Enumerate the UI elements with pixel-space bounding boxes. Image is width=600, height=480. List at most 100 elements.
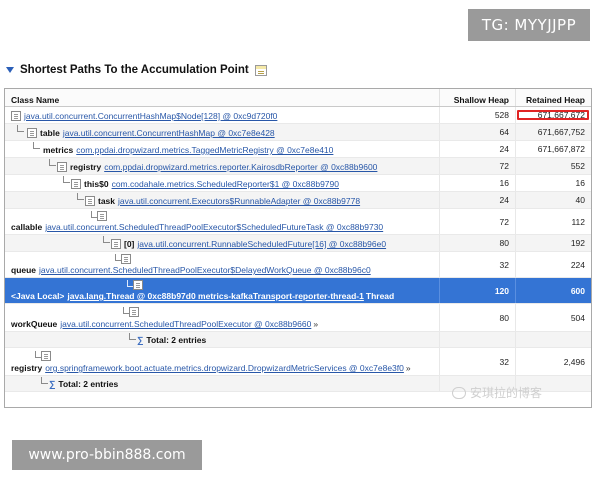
- table-row[interactable]: queue java.util.concurrent.ScheduledThre…: [5, 252, 591, 278]
- tree-connector-icon: [17, 125, 24, 132]
- class-link[interactable]: org.springframework.boot.actuate.metrics…: [45, 363, 404, 373]
- retained-heap-value: 504: [515, 304, 591, 331]
- retained-heap-value: 224: [515, 252, 591, 277]
- table-row[interactable]: metrics com.ppdai.dropwizard.metrics.Tag…: [5, 141, 591, 158]
- reference-name: workQueue: [11, 319, 58, 329]
- reference-name: [0]: [124, 239, 135, 249]
- reference-name: <Java Local>: [11, 291, 65, 301]
- reference-name: queue: [11, 265, 37, 275]
- header-shallow-heap[interactable]: Shallow Heap: [439, 89, 515, 106]
- shallow-heap-value: 80: [439, 304, 515, 331]
- table-row-total[interactable]: ∑ Total: 2 entries: [5, 332, 591, 348]
- wechat-watermark-text: 安琪拉的博客: [470, 386, 543, 400]
- class-link[interactable]: java.lang.Thread @ 0xc88b97d0 metrics-ka…: [67, 291, 363, 301]
- watermark-top: TG: MYYJJPP: [468, 9, 590, 41]
- red-highlight-box: [517, 110, 589, 120]
- expand-more-icon[interactable]: »: [313, 319, 318, 329]
- wechat-icon: [452, 386, 466, 399]
- class-link[interactable]: java.util.concurrent.ScheduledThreadPool…: [45, 222, 383, 232]
- tree-connector-icon: [77, 193, 84, 200]
- total-label: Total: 2 entries: [146, 335, 207, 345]
- shallow-heap-value: 528: [439, 107, 515, 123]
- class-link[interactable]: java.util.concurrent.ConcurrentHashMap @…: [63, 128, 275, 138]
- class-link[interactable]: java.util.concurrent.RunnableScheduledFu…: [137, 239, 386, 249]
- table-row[interactable]: registry com.ppdai.dropwizard.metrics.re…: [5, 158, 591, 175]
- table-row[interactable]: task java.util.concurrent.Executors$Runn…: [5, 192, 591, 209]
- tree-connector-icon: [41, 377, 48, 384]
- watermark-bottom: www.pro-bbin888.com: [12, 440, 202, 470]
- section-header[interactable]: Shortest Paths To the Accumulation Point: [6, 62, 267, 78]
- sum-icon: ∑: [49, 379, 56, 389]
- retained-heap-value: 552: [515, 158, 591, 174]
- table-icon: [254, 64, 267, 76]
- reference-name: metrics: [43, 145, 74, 155]
- header-retained-heap[interactable]: Retained Heap: [515, 89, 591, 106]
- shallow-heap-value: 120: [439, 278, 515, 303]
- retained-heap-cell: 671,667,672: [515, 107, 591, 123]
- table-row[interactable]: this$0 com.codahale.metrics.ScheduledRep…: [5, 175, 591, 192]
- shallow-heap-value: 72: [439, 209, 515, 234]
- table-row[interactable]: callable java.util.concurrent.ScheduledT…: [5, 209, 591, 235]
- reference-name: table: [40, 128, 60, 138]
- tree-connector-icon: [129, 333, 136, 340]
- object-icon: [71, 179, 81, 189]
- reference-name: this$0: [84, 179, 109, 189]
- class-link[interactable]: com.codahale.metrics.ScheduledReporter$1…: [112, 179, 339, 189]
- table-row[interactable]: [0] java.util.concurrent.RunnableSchedul…: [5, 235, 591, 252]
- total-label: Total: 2 entries: [58, 379, 119, 389]
- class-link[interactable]: com.ppdai.dropwizard.metrics.reporter.Ka…: [104, 162, 377, 172]
- shallow-heap-value: 72: [439, 158, 515, 174]
- row-suffix: Thread: [365, 291, 395, 301]
- reference-name: registry: [11, 363, 43, 373]
- retained-heap-value: 600: [515, 278, 591, 303]
- header-class-name[interactable]: Class Name: [5, 89, 439, 106]
- object-icon: [41, 351, 51, 361]
- section-title: Shortest Paths To the Accumulation Point: [20, 64, 249, 76]
- retained-heap-value: 2,496: [515, 348, 591, 375]
- shallow-heap-value: 24: [439, 141, 515, 157]
- shallow-heap-value: 64: [439, 124, 515, 140]
- class-link[interactable]: java.util.concurrent.ConcurrentHashMap$N…: [24, 111, 277, 121]
- object-icon: [85, 196, 95, 206]
- shallow-heap-value: 80: [439, 235, 515, 251]
- shallow-heap-value: 32: [439, 252, 515, 277]
- sum-icon: ∑: [137, 335, 144, 345]
- retained-heap-value: 192: [515, 235, 591, 251]
- shallow-heap-value: 32: [439, 348, 515, 375]
- retained-heap-value: 671,667,752: [515, 124, 591, 140]
- tree-connector-icon: [103, 236, 110, 243]
- shortest-paths-table: Class Name Shallow Heap Retained Heap ja…: [4, 88, 592, 408]
- tree-connector-icon: [63, 176, 70, 183]
- table-row[interactable]: workQueue java.util.concurrent.Scheduled…: [5, 304, 591, 332]
- expand-more-icon[interactable]: »: [406, 363, 411, 373]
- reference-name: task: [98, 196, 116, 206]
- object-icon: [11, 111, 21, 121]
- object-icon: [27, 128, 37, 138]
- wechat-watermark: 安琪拉的博客: [452, 384, 542, 401]
- object-icon: [57, 162, 67, 172]
- object-icon: [97, 211, 107, 221]
- table-row-selected[interactable]: <Java Local> java.lang.Thread @ 0xc88b97…: [5, 278, 591, 304]
- object-icon: [133, 280, 143, 290]
- class-link[interactable]: java.util.concurrent.Executors$RunnableA…: [118, 196, 360, 206]
- retained-heap-value: 112: [515, 209, 591, 234]
- object-icon: [129, 307, 139, 317]
- object-icon: [111, 239, 121, 249]
- tree-connector-icon: [33, 142, 40, 149]
- table-row[interactable]: java.util.concurrent.ConcurrentHashMap$N…: [5, 107, 591, 124]
- retained-heap-value: 671,667,872: [515, 141, 591, 157]
- table-body: java.util.concurrent.ConcurrentHashMap$N…: [5, 107, 591, 392]
- table-header: Class Name Shallow Heap Retained Heap: [5, 89, 591, 107]
- retained-heap-value: 40: [515, 192, 591, 208]
- reference-name: callable: [11, 222, 43, 232]
- class-link[interactable]: java.util.concurrent.ScheduledThreadPool…: [60, 319, 311, 329]
- shallow-heap-value: 16: [439, 175, 515, 191]
- class-link[interactable]: com.ppdai.dropwizard.metrics.TaggedMetri…: [76, 145, 333, 155]
- table-row[interactable]: table java.util.concurrent.ConcurrentHas…: [5, 124, 591, 141]
- class-link[interactable]: java.util.concurrent.ScheduledThreadPool…: [39, 265, 371, 275]
- table-row[interactable]: registry org.springframework.boot.actuat…: [5, 348, 591, 376]
- retained-heap-value: 16: [515, 175, 591, 191]
- collapse-triangle-icon[interactable]: [6, 67, 14, 73]
- shallow-heap-value: 24: [439, 192, 515, 208]
- object-icon: [121, 254, 131, 264]
